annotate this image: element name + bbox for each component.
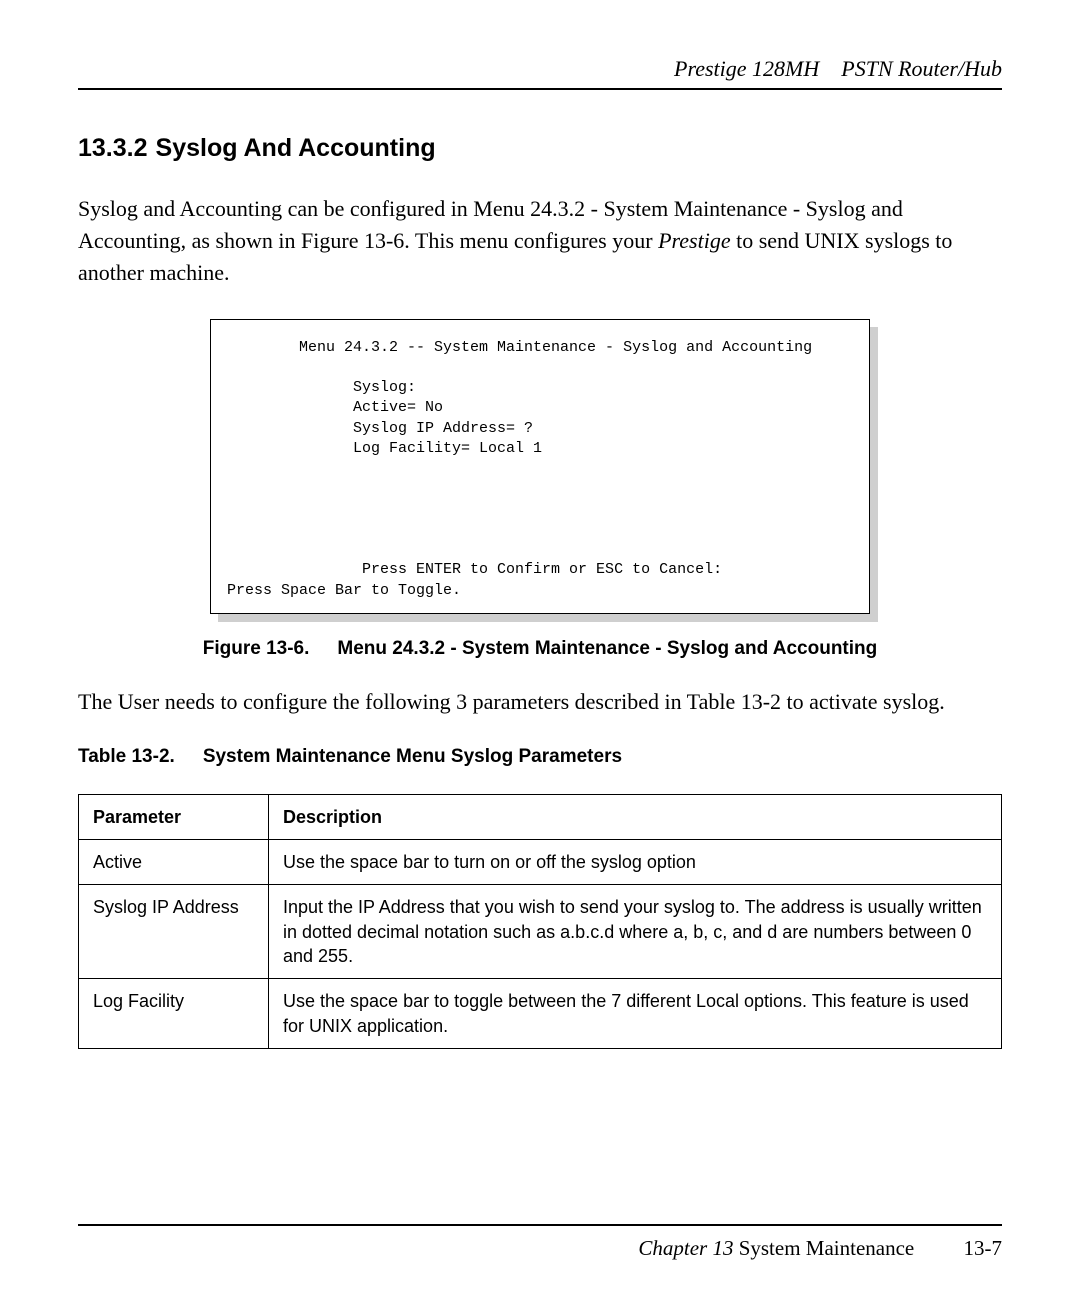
section-title: Syslog And Accounting xyxy=(156,134,436,162)
terminal-screenshot: Menu 24.3.2 -- System Maintenance - Sysl… xyxy=(210,319,870,614)
table-row: Active Use the space bar to turn on or o… xyxy=(79,840,1002,885)
product-name: Prestige 128MH xyxy=(674,56,819,81)
header-parameter: Parameter xyxy=(79,794,269,839)
cell-description: Use the space bar to toggle between the … xyxy=(269,979,1002,1049)
chapter-label: Chapter 13 xyxy=(638,1236,733,1260)
header-description: Description xyxy=(269,794,1002,839)
footer-line: Chapter 13 System Maintenance 13-7 xyxy=(78,1236,1002,1261)
table-caption-label: Table 13-2. xyxy=(78,746,175,767)
section-number: 13.3.2 xyxy=(78,134,148,162)
cell-parameter: Syslog IP Address xyxy=(79,885,269,979)
table-caption-text: System Maintenance Menu Syslog Parameter… xyxy=(203,746,622,767)
page-number: 13-7 xyxy=(964,1236,1003,1261)
intro-product-emphasis: Prestige xyxy=(658,228,731,253)
figure-caption: Figure 13-6. Menu 24.3.2 - System Mainten… xyxy=(78,638,1002,660)
chapter-name: System Maintenance xyxy=(739,1236,915,1260)
figure-container: Menu 24.3.2 -- System Maintenance - Sysl… xyxy=(78,319,1002,660)
running-header: Prestige 128MH PSTN Router/Hub xyxy=(78,56,1002,82)
cell-description: Use the space bar to turn on or off the … xyxy=(269,840,1002,885)
figure-caption-text: Menu 24.3.2 - System Maintenance - Syslo… xyxy=(337,638,877,659)
figure-shadow: Menu 24.3.2 -- System Maintenance - Sysl… xyxy=(210,319,870,614)
intro-paragraph: Syslog and Accounting can be configured … xyxy=(78,193,1002,289)
table-row: Log Facility Use the space bar to toggle… xyxy=(79,979,1002,1049)
table-caption: Table 13-2. System Maintenance Menu Syslo… xyxy=(78,746,1002,768)
document-page: Prestige 128MH PSTN Router/Hub 13.3.2 Sys… xyxy=(0,0,1080,1311)
mid-paragraph: The User needs to configure the followin… xyxy=(78,686,1002,718)
footer-rule xyxy=(78,1224,1002,1226)
product-subtitle: PSTN Router/Hub xyxy=(841,56,1002,81)
table-header-row: Parameter Description xyxy=(79,794,1002,839)
parameters-table: Parameter Description Active Use the spa… xyxy=(78,794,1002,1049)
page-footer: Chapter 13 System Maintenance 13-7 xyxy=(78,1224,1002,1261)
section-heading: 13.3.2 Syslog And Accounting xyxy=(78,134,1002,163)
header-rule xyxy=(78,88,1002,90)
table-row: Syslog IP Address Input the IP Address t… xyxy=(79,885,1002,979)
cell-parameter: Log Facility xyxy=(79,979,269,1049)
cell-description: Input the IP Address that you wish to se… xyxy=(269,885,1002,979)
cell-parameter: Active xyxy=(79,840,269,885)
figure-caption-label: Figure 13-6. xyxy=(203,638,310,659)
